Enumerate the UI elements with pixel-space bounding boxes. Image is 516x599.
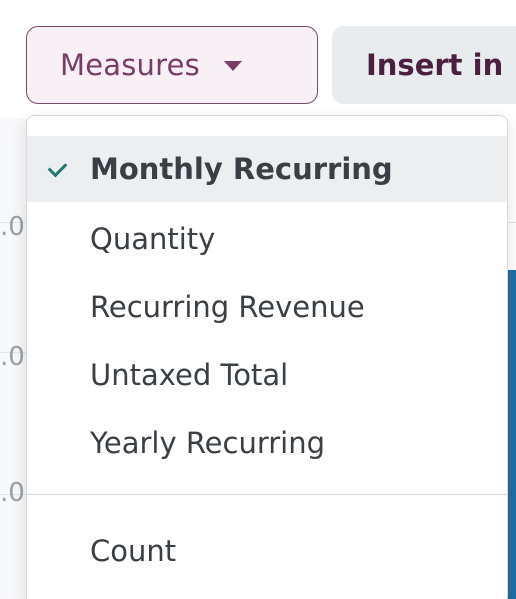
insert-in-spreadsheet-button[interactable]: Insert in <box>332 26 516 104</box>
measure-item-label: Recurring Revenue <box>90 290 365 324</box>
measure-item-quantity[interactable]: Quantity <box>27 206 507 272</box>
measure-item-count[interactable]: Count <box>27 518 507 584</box>
control-panel-toolbar: Measures Insert in <box>0 0 516 118</box>
menu-divider <box>27 494 507 495</box>
y-axis-tick-label: .0 <box>0 478 25 508</box>
y-axis-tick-label: .0 <box>0 342 25 372</box>
y-axis-tick-label: .0 <box>0 212 25 242</box>
measure-item-label: Monthly Recurring <box>90 152 393 186</box>
measure-item-recurring-revenue[interactable]: Recurring Revenue <box>27 274 507 340</box>
measure-item-label: Quantity <box>90 222 216 256</box>
measure-item-yearly-recurring[interactable]: Yearly Recurring <box>27 410 507 476</box>
measure-item-monthly-recurring[interactable]: Monthly Recurring <box>27 136 507 202</box>
pivot-view: .0 .0 .0 Measures Insert in Monthly Recu… <box>0 0 516 599</box>
measures-button-label: Measures <box>60 48 200 82</box>
measures-dropdown-button[interactable]: Measures <box>26 26 318 104</box>
insert-button-label: Insert in <box>366 48 504 82</box>
check-icon <box>47 157 68 178</box>
measure-item-untaxed-total[interactable]: Untaxed Total <box>27 342 507 408</box>
measures-dropdown-menu: Monthly Recurring Quantity Recurring Rev… <box>26 115 508 599</box>
measure-item-label: Yearly Recurring <box>90 426 326 460</box>
measure-item-label: Count <box>90 534 177 568</box>
caret-down-icon <box>223 61 242 71</box>
measure-item-label: Untaxed Total <box>90 358 289 392</box>
